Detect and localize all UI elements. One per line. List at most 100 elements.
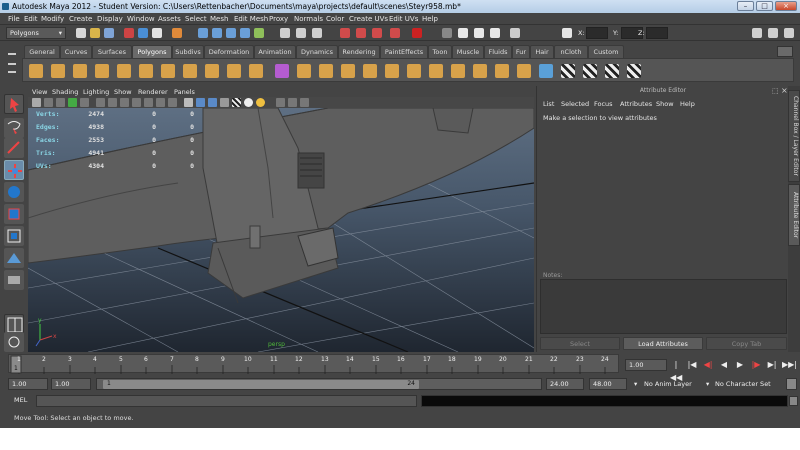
character-set-dropdown[interactable]: ▾ No Character Set bbox=[706, 378, 786, 390]
combine-icon[interactable] bbox=[227, 64, 241, 78]
hypershade-icon[interactable] bbox=[390, 28, 400, 38]
select-object-icon[interactable] bbox=[138, 28, 148, 38]
dock-icon[interactable]: ⬚ bbox=[772, 87, 779, 95]
go-to-end-button[interactable]: ▶▶| bbox=[782, 358, 797, 371]
rename-icon[interactable] bbox=[490, 28, 500, 38]
xray-icon[interactable] bbox=[288, 98, 297, 107]
minimize-button[interactable]: – bbox=[737, 1, 754, 11]
split-polygon-icon[interactable] bbox=[363, 64, 377, 78]
safe-title-icon[interactable] bbox=[168, 98, 177, 107]
absolute-transform-icon[interactable] bbox=[458, 28, 468, 38]
menu-color[interactable]: Color bbox=[326, 13, 344, 25]
input-ops-icon[interactable] bbox=[296, 28, 306, 38]
playback-end-field[interactable]: 24.00 bbox=[546, 378, 584, 390]
animation-end-field[interactable]: 48.00 bbox=[589, 378, 627, 390]
tab-fluids[interactable]: Fluids bbox=[484, 45, 512, 58]
play-backwards-button[interactable]: ◀ bbox=[718, 358, 730, 371]
bookmarks-icon[interactable] bbox=[56, 98, 65, 107]
play-forwards-button[interactable]: ▶ bbox=[734, 358, 746, 371]
poly-pyramid-icon[interactable] bbox=[183, 64, 197, 78]
tab-general[interactable]: General bbox=[24, 45, 60, 58]
bevel-icon[interactable] bbox=[429, 64, 443, 78]
universal-manip-icon[interactable] bbox=[4, 226, 24, 246]
select-tool-icon[interactable] bbox=[4, 94, 24, 114]
scale-tool-icon[interactable] bbox=[4, 204, 24, 224]
poly-torus-icon[interactable] bbox=[139, 64, 153, 78]
copy-tab-button[interactable]: Copy Tab bbox=[706, 337, 787, 350]
menu-display[interactable]: Display bbox=[97, 13, 123, 25]
menu-select[interactable]: Select bbox=[185, 13, 207, 25]
offset-edge-loop-icon[interactable] bbox=[407, 64, 421, 78]
animation-start-field[interactable]: 1.00 bbox=[8, 378, 48, 390]
step-back-key-button[interactable]: |◀ bbox=[686, 358, 698, 371]
auto-map-icon[interactable] bbox=[627, 64, 641, 78]
snap-plane-icon[interactable] bbox=[240, 28, 250, 38]
menu-file[interactable]: File bbox=[8, 13, 20, 25]
poly-cone-icon[interactable] bbox=[95, 64, 109, 78]
tab-polygons[interactable]: Polygons bbox=[132, 45, 172, 58]
cylindrical-map-icon[interactable] bbox=[583, 64, 597, 78]
uv-editor-icon[interactable] bbox=[539, 64, 553, 78]
2d-pan-zoom-icon[interactable] bbox=[80, 98, 89, 107]
render-view-icon[interactable] bbox=[412, 28, 422, 38]
checker-map-icon[interactable] bbox=[561, 64, 575, 78]
tab-custom[interactable]: Custom bbox=[588, 45, 624, 58]
shelf-settings-icon[interactable] bbox=[777, 46, 793, 57]
menu-edit[interactable]: Edit bbox=[24, 13, 38, 25]
step-back-frame-button[interactable]: ◀| bbox=[702, 358, 714, 371]
menu-normals[interactable]: Normals bbox=[294, 13, 323, 25]
close-icon[interactable]: × bbox=[781, 86, 788, 95]
tool-settings-toggle-icon[interactable] bbox=[784, 28, 794, 38]
xray-joints-icon[interactable] bbox=[300, 98, 309, 107]
safe-action-icon[interactable] bbox=[156, 98, 165, 107]
shelf-menu-icon[interactable] bbox=[6, 50, 18, 76]
make-live-icon[interactable] bbox=[254, 28, 264, 38]
field-chart-icon[interactable] bbox=[144, 98, 153, 107]
mel-label[interactable]: MEL bbox=[14, 396, 27, 404]
range-slider[interactable]: 1 24 bbox=[96, 378, 542, 390]
tab-painteffects[interactable]: PaintEffects bbox=[380, 45, 428, 58]
maximize-button[interactable]: □ bbox=[756, 1, 773, 11]
default-material-icon[interactable] bbox=[220, 98, 229, 107]
preferences-icon[interactable] bbox=[786, 378, 797, 390]
open-scene-icon[interactable] bbox=[90, 28, 100, 38]
tab-rendering[interactable]: Rendering bbox=[338, 45, 380, 58]
tab-surfaces[interactable]: Surfaces bbox=[92, 45, 132, 58]
history-icon[interactable] bbox=[280, 28, 290, 38]
smooth-shade-icon[interactable] bbox=[196, 98, 205, 107]
ae-menu-show[interactable]: Show bbox=[656, 100, 674, 108]
menu-mesh[interactable]: Mesh bbox=[210, 13, 228, 25]
menu-modify[interactable]: Modify bbox=[41, 13, 64, 25]
tab-hair[interactable]: Hair bbox=[530, 45, 554, 58]
menu-create[interactable]: Create bbox=[69, 13, 92, 25]
lasso-tool-icon[interactable] bbox=[4, 118, 24, 138]
poly-cylinder-icon[interactable] bbox=[73, 64, 87, 78]
step-forward-frame-button[interactable]: |▶ bbox=[750, 358, 762, 371]
ae-menu-selected[interactable]: Selected bbox=[561, 100, 589, 108]
ae-menu-focus[interactable]: Focus bbox=[594, 100, 613, 108]
quick-select-icon[interactable] bbox=[510, 28, 520, 38]
shadows-icon[interactable] bbox=[256, 98, 265, 107]
poly-sphere-icon[interactable] bbox=[29, 64, 43, 78]
save-scene-icon[interactable] bbox=[104, 28, 114, 38]
image-plane-icon[interactable] bbox=[68, 98, 77, 107]
time-slider[interactable]: 1 1 2 3 4 5 6 7 8 9 10 11 12 13 14 15 16… bbox=[8, 354, 619, 374]
channel-box-toggle-icon[interactable] bbox=[768, 28, 778, 38]
vp-menu-renderer[interactable]: Renderer bbox=[138, 87, 168, 97]
ipr-render-icon[interactable] bbox=[356, 28, 366, 38]
append-polygon-icon[interactable] bbox=[341, 64, 355, 78]
input-mode-icon[interactable] bbox=[442, 28, 452, 38]
collapse-icon[interactable] bbox=[473, 64, 487, 78]
ae-menu-attributes[interactable]: Attributes bbox=[620, 100, 652, 108]
script-editor-icon[interactable] bbox=[789, 396, 798, 406]
select-component-icon[interactable] bbox=[152, 28, 162, 38]
tab-dynamics[interactable]: Dynamics bbox=[296, 45, 338, 58]
notes-field[interactable] bbox=[540, 279, 787, 334]
ae-menu-help[interactable]: Help bbox=[680, 100, 695, 108]
tab-curves[interactable]: Curves bbox=[60, 45, 92, 58]
soft-mod-icon[interactable] bbox=[4, 248, 24, 268]
load-attributes-button[interactable]: Load Attributes bbox=[623, 337, 703, 350]
tab-attribute-editor[interactable]: Attribute Editor bbox=[788, 184, 800, 246]
vp-menu-view[interactable]: View bbox=[32, 87, 47, 97]
menu-edit-uvs[interactable]: Edit UVs bbox=[389, 13, 418, 25]
